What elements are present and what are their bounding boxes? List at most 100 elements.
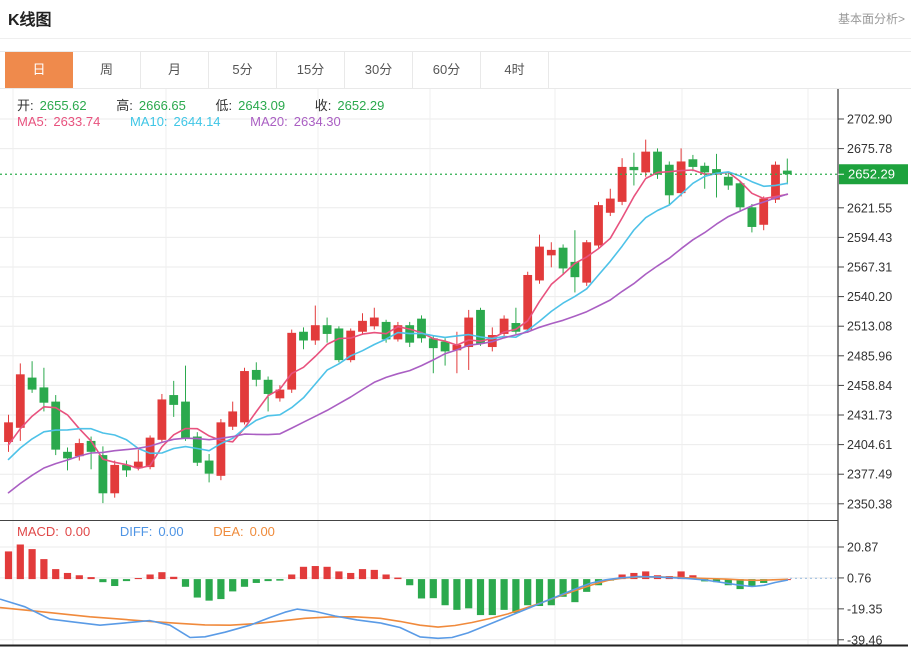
y-axis-label: 2675.78 [847, 142, 892, 156]
ohlc-readout: 开:2655.62 高:2666.65 低:2643.09 收:2652.29 [17, 95, 390, 114]
candle[interactable] [252, 362, 261, 386]
macd-hist-bar [642, 571, 649, 579]
candle[interactable] [299, 327, 308, 349]
macd-label: MACD: [17, 524, 59, 539]
candle[interactable] [736, 181, 745, 212]
macd-hist-bar [288, 574, 295, 579]
macd-hist-bar [206, 579, 213, 601]
y-axis-label: 2594.43 [847, 231, 892, 245]
candle[interactable] [405, 322, 414, 347]
candle[interactable] [535, 235, 544, 284]
macd-hist-bar [394, 578, 401, 580]
macd-hist-bar [430, 579, 437, 598]
candle[interactable] [240, 368, 249, 425]
macd-axis-label: 0.76 [847, 571, 871, 585]
candle[interactable] [205, 454, 214, 482]
candle[interactable] [689, 155, 698, 171]
macd-hist-bar [347, 573, 354, 579]
candle[interactable] [712, 154, 721, 198]
macd-hist-bar [5, 551, 12, 579]
macd-hist-bar [442, 579, 449, 605]
candle[interactable] [630, 153, 639, 186]
macd-axis-label: 20.87 [847, 541, 878, 555]
candle[interactable] [665, 161, 674, 205]
macd-hist-bar [241, 579, 248, 587]
candle[interactable] [28, 361, 37, 393]
candle[interactable] [276, 385, 285, 401]
macd-hist-bar [406, 579, 413, 585]
macd-hist-bar [312, 566, 319, 579]
ma-readout: MA5:2633.74 MA10:2644.14 MA20:2634.30 [17, 114, 347, 129]
candle[interactable] [677, 148, 686, 196]
low-value: 2643.09 [238, 98, 285, 113]
candle[interactable] [417, 315, 426, 342]
ma20-line [9, 194, 788, 493]
macd-hist-bar [359, 569, 366, 579]
current-price-tag-value: 2652.29 [848, 167, 895, 182]
candle[interactable] [110, 461, 119, 498]
ma10-line [9, 172, 788, 460]
candle[interactable] [335, 326, 344, 362]
macd-hist-bar [548, 579, 555, 605]
macd-hist-bar [465, 579, 472, 608]
macd-hist-bar [371, 570, 378, 579]
diff-label: DIFF: [120, 524, 153, 539]
macd-hist-bar [29, 549, 36, 579]
candle[interactable] [370, 308, 379, 330]
macd-hist-bar [17, 544, 24, 579]
macd-hist-bar [335, 571, 342, 579]
y-axis-label: 2431.73 [847, 409, 892, 423]
macd-hist-bar [123, 579, 130, 581]
candle[interactable] [158, 394, 167, 442]
candle[interactable] [512, 308, 521, 335]
macd-hist-bar [453, 579, 460, 610]
candle[interactable] [618, 158, 627, 205]
y-axis-label: 2513.08 [847, 320, 892, 334]
y-axis-label: 2404.61 [847, 438, 892, 452]
candle[interactable] [287, 330, 296, 393]
candle[interactable] [51, 395, 60, 455]
candle[interactable] [594, 202, 603, 248]
ma5-label: MA5: [17, 114, 47, 129]
candle[interactable] [641, 140, 650, 177]
macd-hist-bar [324, 567, 331, 579]
macd-hist-bar [512, 579, 519, 613]
macd-hist-bar [300, 567, 307, 579]
candle[interactable] [40, 368, 49, 412]
low-label: 低: [216, 98, 233, 113]
open-value: 2655.62 [40, 98, 87, 113]
candle[interactable] [748, 204, 757, 232]
macd-hist-bar [111, 579, 118, 586]
macd-hist-bar [265, 579, 272, 581]
macd-hist-bar [170, 577, 177, 579]
candle[interactable] [453, 332, 462, 373]
candle[interactable] [783, 159, 792, 185]
candle[interactable] [358, 313, 367, 335]
ma20-label: MA20: [250, 114, 288, 129]
kline-widget: { "page": { "title": "K线图", "more_link":… [0, 0, 911, 650]
candle[interactable] [217, 419, 226, 480]
macd-hist-bar [524, 579, 531, 605]
candle[interactable] [169, 381, 178, 417]
close-value: 2652.29 [337, 98, 384, 113]
candle[interactable] [606, 189, 615, 216]
y-axis-label: 2377.49 [847, 468, 892, 482]
macd-hist-bar [99, 579, 106, 582]
macd-hist-bar [76, 575, 83, 579]
candle[interactable] [547, 242, 556, 267]
y-axis-label: 2458.84 [847, 379, 892, 393]
open-label: 开: [17, 98, 34, 113]
high-value: 2666.65 [139, 98, 186, 113]
ma10-label: MA10: [130, 114, 168, 129]
candle[interactable] [4, 415, 13, 452]
diff-value: 0.00 [158, 524, 183, 539]
candle[interactable] [500, 315, 509, 338]
macd-hist-bar [418, 579, 425, 598]
candle[interactable] [228, 402, 237, 430]
macd-hist-bar [158, 572, 165, 579]
y-axis-label: 2567.31 [847, 261, 892, 275]
candle[interactable] [582, 240, 591, 286]
candle[interactable] [394, 322, 403, 342]
candle[interactable] [323, 318, 332, 343]
macd-axis-label: -39.46 [847, 633, 882, 647]
